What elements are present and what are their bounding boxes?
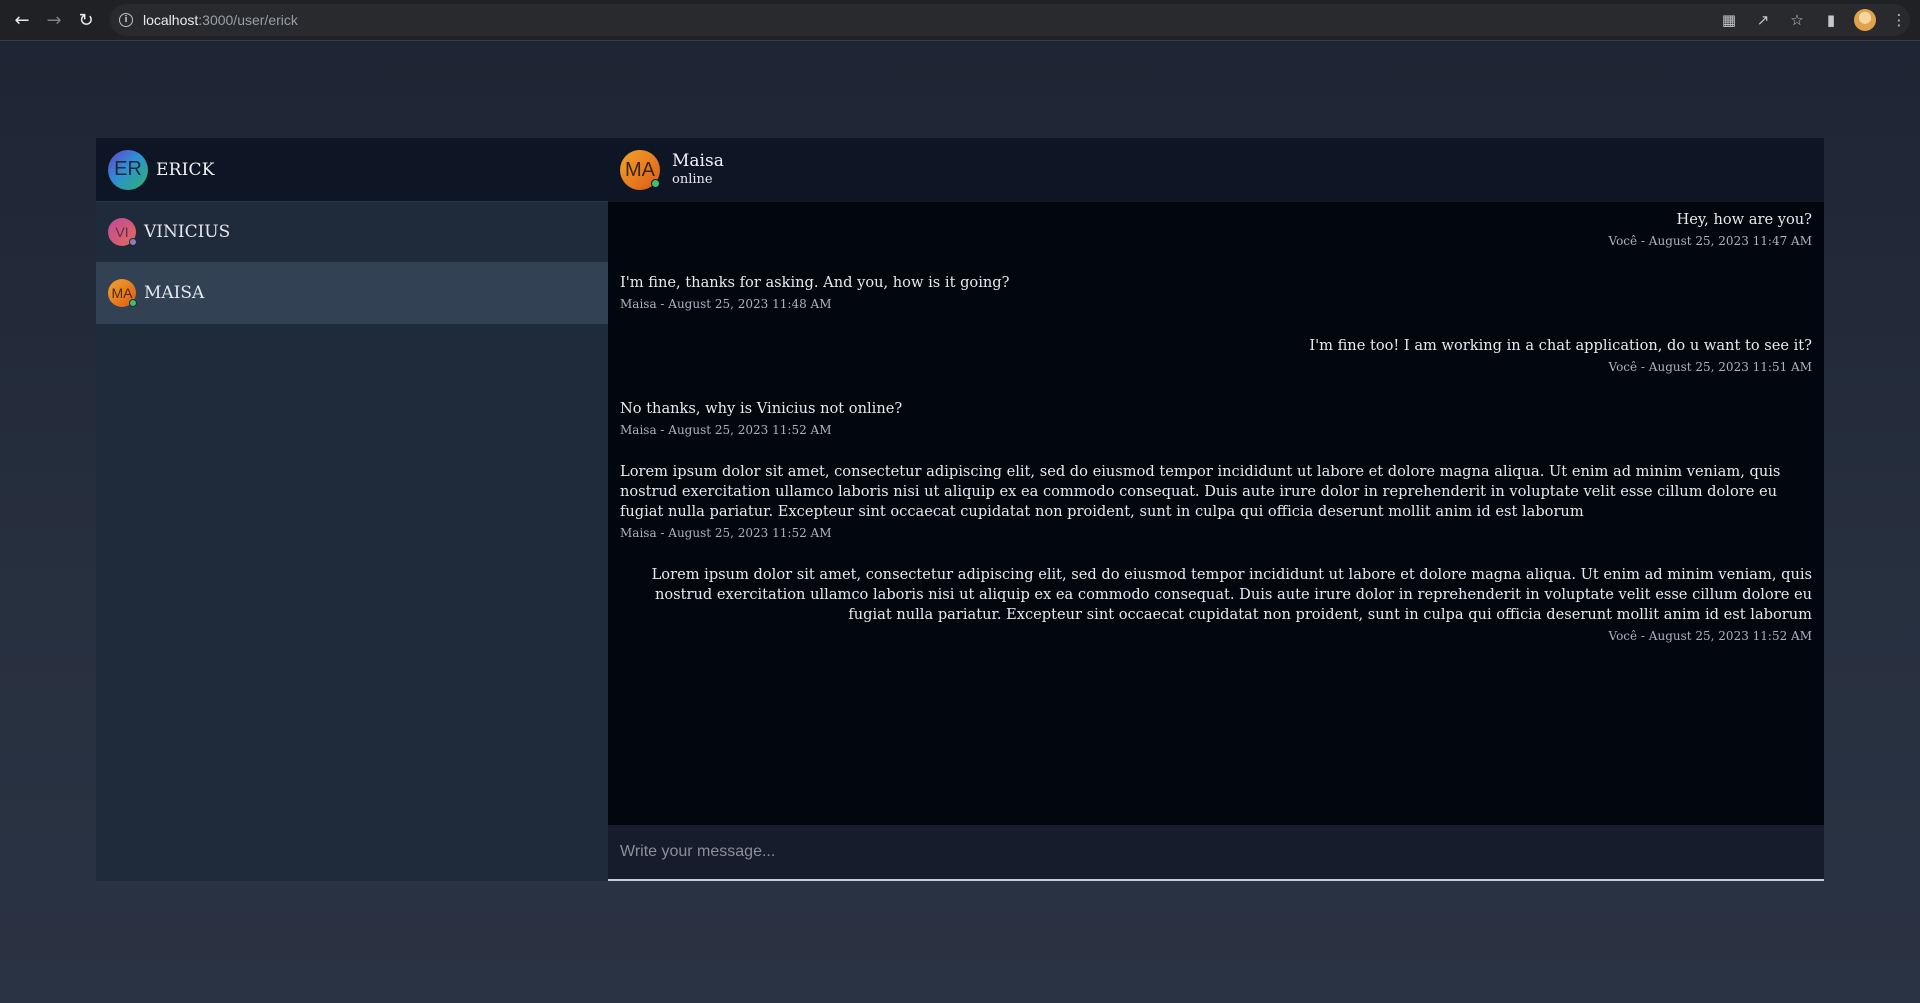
forward-button[interactable]: → [38, 4, 70, 36]
online-status-dot [651, 179, 660, 188]
browser-toolbar: ← → ↻ i localhost:3000/user/erick ▦ ↗ ☆ … [0, 0, 1920, 41]
status-dot [129, 299, 137, 307]
message-meta: Maisa - August 25, 2023 11:52 AM [620, 423, 832, 437]
avatar: MA [108, 279, 137, 307]
message-meta: Você - August 25, 2023 11:52 AM [1608, 629, 1813, 643]
message-sent: I'm fine too! I am working in a chat app… [620, 336, 1812, 376]
contact-item-vinicius[interactable]: VI VINICIUS [96, 202, 608, 263]
message-text: I'm fine, thanks for asking. And you, ho… [620, 274, 1010, 291]
url-path: :3000/user/erick [198, 12, 298, 28]
contact-item-maisa[interactable]: MA MAISA [96, 263, 608, 324]
message-received: No thanks, why is Vinicius not online? M… [620, 399, 1812, 439]
message-meta: Você - August 25, 2023 11:51 AM [1608, 360, 1813, 374]
current-user: ER ERICK [96, 138, 608, 202]
contact-name: MAISA [144, 283, 205, 303]
chat-panel: MA Maisa online Hey, how are you? Você -… [608, 138, 1824, 881]
message-composer [608, 825, 1824, 881]
address-bar[interactable]: i localhost:3000/user/erick [110, 4, 1910, 36]
profile-avatar[interactable] [1854, 9, 1876, 31]
message-text: Hey, how are you? [1676, 211, 1812, 228]
message-sent: Lorem ipsum dolor sit amet, consectetur … [620, 565, 1812, 645]
avatar-initials: MA [111, 285, 133, 301]
reload-button[interactable]: ↻ [70, 4, 102, 36]
site-info-icon[interactable]: i [119, 13, 133, 27]
message-list: Hey, how are you? Você - August 25, 2023… [608, 202, 1824, 825]
arrow-right-icon: → [46, 9, 62, 31]
menu-kebab-icon[interactable]: ⋮ [1888, 11, 1910, 29]
arrow-left-icon: ← [14, 9, 30, 31]
message-text: No thanks, why is Vinicius not online? [620, 400, 903, 417]
avatar: VI [108, 218, 137, 246]
back-button[interactable]: ← [6, 4, 38, 36]
chat-header-info: Maisa online [672, 151, 724, 189]
status-dot [129, 238, 137, 246]
message-meta: Maisa - August 25, 2023 11:52 AM [620, 526, 832, 540]
reload-icon: ↻ [78, 9, 94, 31]
message-text: I'm fine too! I am working in a chat app… [1309, 337, 1812, 354]
avatar: ER [108, 149, 148, 190]
translate-icon[interactable]: ▦ [1718, 11, 1740, 29]
message-input[interactable] [620, 843, 1824, 861]
avatar-initials: MA [625, 158, 655, 181]
side-panel-icon[interactable]: ▮ [1820, 11, 1842, 29]
message-text: Lorem ipsum dolor sit amet, consectetur … [651, 566, 1812, 623]
avatar-initials: ER [114, 158, 142, 180]
chat-title: Maisa [672, 151, 724, 171]
contact-name: VINICIUS [144, 222, 231, 242]
message-meta: Maisa - August 25, 2023 11:48 AM [620, 297, 832, 311]
chat-status: online [672, 172, 713, 187]
browser-actions: ▦ ↗ ☆ ▮ ⋮ [1718, 4, 1910, 36]
avatar: MA [620, 150, 660, 190]
message-text: Lorem ipsum dolor sit amet, consectetur … [620, 463, 1781, 520]
current-user-name: ERICK [156, 159, 215, 180]
message-received: I'm fine, thanks for asking. And you, ho… [620, 273, 1812, 313]
sidebar: ER ERICK VI VINICIUS MA MAISA [96, 138, 608, 881]
share-icon[interactable]: ↗ [1752, 11, 1774, 29]
bookmark-star-icon[interactable]: ☆ [1786, 11, 1808, 29]
url-host: localhost [143, 12, 199, 28]
avatar-initials: VI [115, 224, 129, 240]
chat-app: ER ERICK VI VINICIUS MA MAISA MA Maisa o… [96, 138, 1824, 881]
message-meta: Você - August 25, 2023 11:47 AM [1608, 234, 1813, 248]
message-sent: Hey, how are you? Você - August 25, 2023… [620, 210, 1813, 250]
message-received: Lorem ipsum dolor sit amet, consectetur … [620, 462, 1812, 542]
chat-header: MA Maisa online [608, 138, 1824, 202]
